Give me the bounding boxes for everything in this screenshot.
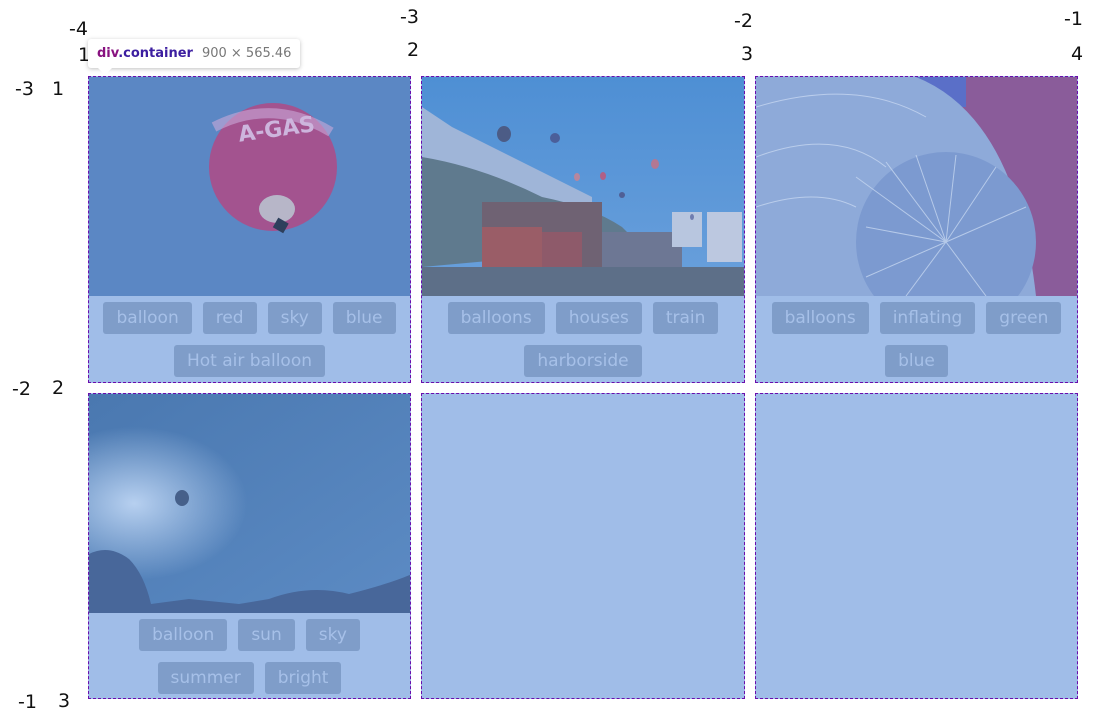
tag[interactable]: blue <box>332 302 396 334</box>
tag[interactable]: bright <box>264 662 342 694</box>
tag[interactable]: sky <box>267 302 322 334</box>
grid-col-line-neg-3: -2 <box>734 10 753 32</box>
element-class: .container <box>118 46 193 61</box>
tag-list: balloons inflating green blue <box>756 296 1077 382</box>
tag-list: balloons houses train harborside <box>422 296 744 382</box>
grid-row-line-pos-2: 2 <box>52 377 65 399</box>
gallery-card: balloons inflating green blue <box>755 76 1078 383</box>
tag-list: balloon red sky blue Hot air balloon <box>89 296 410 382</box>
inspector-tooltip: div.container 900 × 565.46 <box>88 39 301 75</box>
tag-list: balloon sun sky summer bright <box>89 613 410 698</box>
gallery-card: balloon sun sky summer bright <box>88 393 411 699</box>
tag[interactable]: red <box>202 302 257 334</box>
empty-grid-cell <box>421 393 745 699</box>
grid-col-line-pos-3: 3 <box>741 43 754 65</box>
tag[interactable]: harborside <box>524 345 642 377</box>
grid-col-line-pos-4: 4 <box>1071 43 1084 65</box>
empty-grid-cell <box>755 393 1078 699</box>
gallery-card: balloons houses train harborside <box>421 76 745 383</box>
tag[interactable]: blue <box>885 345 948 377</box>
card-image-balloons-houses-train <box>422 77 744 296</box>
grid-row-line-neg-3: -1 <box>18 691 37 713</box>
card-image-balloons-inflating <box>756 77 1077 296</box>
card-image-balloon-red: A-GAS <box>89 77 410 296</box>
gallery-card: A-GAS balloon red sky blue Hot air ballo… <box>88 76 411 383</box>
tag[interactable]: balloons <box>771 302 869 334</box>
grid-row-line-pos-3: 3 <box>58 690 71 712</box>
tag[interactable]: balloon <box>103 302 192 334</box>
grid-col-line-pos-2: 2 <box>407 39 420 61</box>
grid-row-line-neg-2: -2 <box>12 378 31 400</box>
grid-row-line-neg-1: -3 <box>15 78 34 100</box>
tag[interactable]: balloons <box>447 302 545 334</box>
tag[interactable]: summer <box>157 662 254 694</box>
card-image-balloon-summer-sky <box>89 394 410 613</box>
tag[interactable]: sun <box>238 619 295 651</box>
element-dimensions: 900 × 565.46 <box>201 46 292 61</box>
tag[interactable]: inflating <box>879 302 976 334</box>
grid-col-line-neg-4: -1 <box>1064 8 1083 30</box>
tag[interactable]: green <box>986 302 1062 334</box>
element-selector: div.container <box>97 46 193 61</box>
tag[interactable]: Hot air balloon <box>173 345 326 377</box>
tag[interactable]: train <box>652 302 719 334</box>
tag[interactable]: houses <box>555 302 642 334</box>
grid-row-line-pos-1: 1 <box>52 78 65 100</box>
element-tag: div <box>97 46 119 61</box>
grid-col-line-neg-2: -3 <box>400 6 419 28</box>
tag[interactable]: balloon <box>139 619 228 651</box>
tag[interactable]: sky <box>305 619 360 651</box>
grid-col-line-neg-1: -4 <box>69 18 88 40</box>
